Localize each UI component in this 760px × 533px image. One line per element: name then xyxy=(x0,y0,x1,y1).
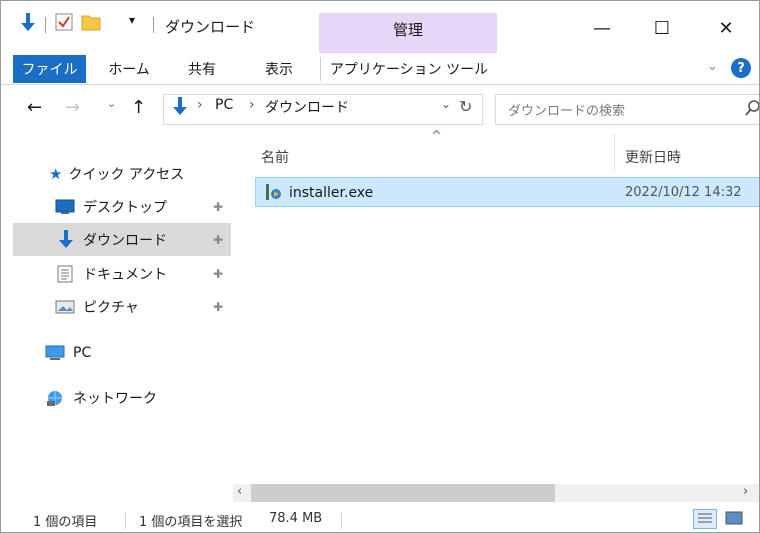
tab-share[interactable]: 共有 xyxy=(177,55,227,83)
star-icon: ★ xyxy=(49,164,63,183)
qa-separator xyxy=(45,17,46,33)
close-icon: ✕ xyxy=(718,17,734,39)
sidebar-item-label: PC xyxy=(73,344,92,361)
tab-separator xyxy=(320,57,321,81)
status-separator-2 xyxy=(341,513,342,529)
sidebar-item-downloads[interactable]: ダウンロード ✚ xyxy=(13,223,231,256)
up-arrow-icon[interactable]: ↑ xyxy=(131,97,146,118)
download-icon xyxy=(19,13,37,33)
sidebar-item-pictures[interactable]: ピクチャ ✚ xyxy=(13,290,231,323)
column-header-modified[interactable]: 更新日時 xyxy=(625,147,681,167)
sidebar-item-label: ドキュメント xyxy=(83,266,167,283)
sort-ascending-icon: ^ xyxy=(431,129,442,144)
pc-icon xyxy=(45,345,65,361)
pin-icon[interactable]: ✚ xyxy=(213,300,223,314)
recent-locations-icon[interactable]: ⌄ xyxy=(107,97,116,110)
network-icon xyxy=(45,389,65,407)
properties-checkbox-icon[interactable] xyxy=(55,13,73,31)
breadcrumb-pc[interactable]: PC xyxy=(215,97,233,113)
details-view-button[interactable] xyxy=(693,509,717,529)
installer-exe-icon xyxy=(265,183,283,201)
tab-home[interactable]: ホーム xyxy=(99,55,159,83)
status-selection: 1 個の項目を選択 xyxy=(139,515,243,530)
sidebar-item-label: ネットワーク xyxy=(73,390,157,407)
desktop-icon xyxy=(55,199,75,215)
scrollbar-thumb[interactable] xyxy=(251,484,555,502)
pin-icon[interactable]: ✚ xyxy=(213,233,223,247)
picture-icon xyxy=(55,299,75,315)
forward-arrow-icon[interactable]: → xyxy=(65,97,80,118)
help-icon[interactable]: ? xyxy=(731,58,751,78)
breadcrumb-chevron-2[interactable]: › xyxy=(249,97,255,113)
new-folder-icon[interactable] xyxy=(81,13,101,31)
back-arrow-icon[interactable]: ← xyxy=(27,97,42,118)
customize-qa-icon[interactable]: ▾ xyxy=(129,13,135,27)
minimize-button[interactable]: — xyxy=(578,9,626,47)
file-name: installer.exe xyxy=(289,185,374,201)
expand-ribbon-icon[interactable]: ⌄ xyxy=(707,59,718,74)
address-dropdown-icon[interactable]: ⌄ xyxy=(441,97,451,111)
large-icons-view-icon xyxy=(725,511,743,525)
sidebar-item-pc[interactable]: PC xyxy=(13,336,231,369)
pin-icon[interactable]: ✚ xyxy=(213,267,223,281)
sidebar-item-label: ピクチャ xyxy=(83,299,139,316)
sidebar-quick-access[interactable]: ★ クイック アクセス xyxy=(13,157,231,190)
tab-file[interactable]: ファイル xyxy=(13,55,86,83)
status-separator xyxy=(125,513,126,529)
qa-separator-2 xyxy=(153,17,154,33)
tab-view[interactable]: 表示 xyxy=(251,55,307,83)
search-input[interactable]: ダウンロードの検索 xyxy=(495,94,759,125)
minimize-icon: — xyxy=(593,17,611,39)
download-icon xyxy=(57,229,75,250)
manage-tab[interactable]: 管理 xyxy=(319,19,497,40)
search-icon[interactable] xyxy=(745,99,759,117)
sidebar-item-documents[interactable]: ドキュメント ✚ xyxy=(13,257,231,290)
document-icon xyxy=(57,265,73,283)
sidebar-item-desktop[interactable]: デスクトップ ✚ xyxy=(13,190,231,223)
refresh-icon[interactable]: ↻ xyxy=(459,97,472,116)
status-size: 78.4 MB xyxy=(269,511,323,526)
large-icons-view-button[interactable] xyxy=(723,509,747,529)
sidebar-item-label: デスクトップ xyxy=(83,199,167,216)
maximize-button[interactable]: ☐ xyxy=(638,9,686,47)
scroll-right-icon[interactable]: › xyxy=(743,484,748,499)
pin-icon[interactable]: ✚ xyxy=(213,200,223,214)
tab-application-tools[interactable]: アプリケーション ツール xyxy=(329,55,489,83)
address-download-icon xyxy=(171,97,189,117)
close-button[interactable]: ✕ xyxy=(702,9,750,47)
window-title: ダウンロード xyxy=(165,18,256,36)
column-header-name[interactable]: 名前 xyxy=(261,147,289,167)
sidebar-item-network[interactable]: ネットワーク xyxy=(13,381,231,414)
breadcrumb-chevron-1[interactable]: › xyxy=(197,97,203,113)
breadcrumb-downloads[interactable]: ダウンロード xyxy=(265,97,349,117)
status-item-count: 1 個の項目 xyxy=(33,515,98,530)
sidebar-item-label: ダウンロード xyxy=(83,232,167,249)
file-modified: 2022/10/12 14:32 xyxy=(625,185,742,200)
details-view-icon xyxy=(698,513,712,523)
column-divider[interactable] xyxy=(614,133,615,173)
scroll-left-icon[interactable]: ‹ xyxy=(237,484,242,499)
maximize-icon: ☐ xyxy=(653,17,671,39)
sidebar-item-label: クイック アクセス xyxy=(68,166,185,183)
explorer-window: ▾ ダウンロード 管理 — ☐ ✕ ファイル ホーム 共有 表示 アプリケーショ… xyxy=(0,0,760,533)
